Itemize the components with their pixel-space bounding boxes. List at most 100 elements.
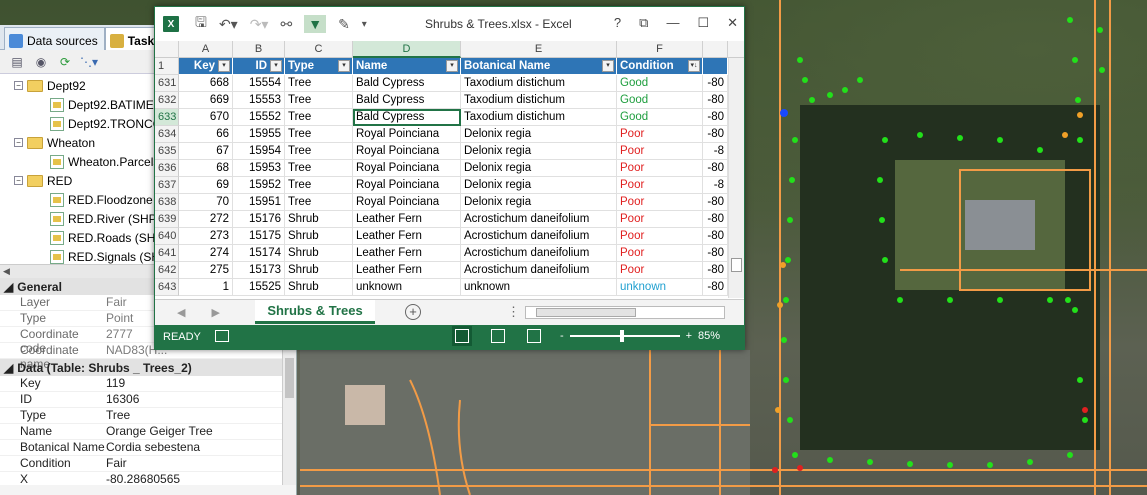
collapse-icon[interactable]: − (14, 81, 23, 90)
cell-x[interactable]: -80 (703, 109, 728, 126)
column-header-c[interactable]: C (285, 41, 353, 58)
add-sheet-icon[interactable]: + (405, 304, 421, 320)
collapse-icon[interactable]: ◢ (4, 361, 13, 375)
zoom-level[interactable]: 85% (698, 330, 720, 342)
cell-name[interactable]: Royal Poinciana (353, 143, 461, 160)
zoom-out-button[interactable]: - (560, 330, 564, 342)
add-layer-icon[interactable]: ▤ (8, 53, 26, 71)
zoom-in-button[interactable]: + (686, 330, 692, 342)
cell-name[interactable]: unknown (353, 279, 461, 296)
filter-dropdown-icon[interactable]: ▾ (270, 60, 282, 72)
horizontal-scrollbar[interactable] (525, 306, 725, 319)
record-icon[interactable]: ◉ (32, 53, 50, 71)
help-button[interactable]: ? (614, 15, 621, 31)
cell-cond[interactable]: Good (617, 75, 703, 92)
cell-key[interactable]: 69 (179, 177, 233, 194)
save-icon[interactable]: 🖫 (195, 12, 207, 36)
customize-dropdown-icon[interactable]: ▾ (362, 19, 367, 30)
cell-key[interactable]: 66 (179, 126, 233, 143)
zoom-slider[interactable] (569, 330, 680, 342)
cell-type[interactable]: Shrub (285, 228, 353, 245)
scroll-thumb[interactable] (536, 308, 636, 317)
cell-cond[interactable]: Poor (617, 262, 703, 279)
collapse-icon[interactable]: − (14, 176, 23, 185)
column-header-d[interactable]: D (353, 41, 461, 58)
cell-name[interactable]: Leather Fern (353, 211, 461, 228)
cell-id[interactable]: 15553 (233, 92, 285, 109)
cell-x[interactable]: -80 (703, 75, 728, 92)
row-header[interactable]: 633 (155, 109, 179, 126)
cell-cond[interactable]: Poor (617, 211, 703, 228)
tab-data-sources[interactable]: Data sources (4, 27, 105, 50)
cell-x[interactable]: -80 (703, 245, 728, 262)
cell-key[interactable]: 669 (179, 92, 233, 109)
cell-cond[interactable]: Good (617, 92, 703, 109)
cell-id[interactable]: 15173 (233, 262, 285, 279)
column-header-cell[interactable]: Condition ▾↓ (617, 58, 703, 75)
cell-cond[interactable]: Poor (617, 160, 703, 177)
row-header[interactable]: 636 (155, 160, 179, 177)
cell-type[interactable]: Shrub (285, 211, 353, 228)
cell-id[interactable]: 15554 (233, 75, 285, 92)
cell-bot[interactable]: Taxodium distichum (461, 75, 617, 92)
cell-key[interactable]: 70 (179, 194, 233, 211)
row-header[interactable]: 631 (155, 75, 179, 92)
options-icon[interactable]: ⋱▾ (80, 53, 98, 71)
cell-x[interactable]: -80 (703, 228, 728, 245)
cell-key[interactable]: 668 (179, 75, 233, 92)
cell-key[interactable]: 273 (179, 228, 233, 245)
select-all-corner[interactable] (155, 41, 179, 58)
binoculars-icon[interactable]: ⚯ (280, 16, 292, 33)
split-handle-icon[interactable]: ⋮ (507, 304, 520, 320)
cell-name[interactable]: Royal Poinciana (353, 194, 461, 211)
column-header-e[interactable]: E (461, 41, 617, 58)
cell-type[interactable]: Tree (285, 177, 353, 194)
cell-key[interactable]: 1 (179, 279, 233, 296)
minimize-icon[interactable]: — (666, 15, 679, 31)
filter-dropdown-icon[interactable]: ▾ (338, 60, 350, 72)
close-icon[interactable]: ✕ (727, 15, 738, 31)
page-layout-view-icon[interactable] (491, 329, 505, 343)
cell-type[interactable]: Tree (285, 126, 353, 143)
cell-cond[interactable]: unknown (617, 279, 703, 296)
cell-bot[interactable]: Delonix regia (461, 194, 617, 211)
filter-dropdown-icon[interactable]: ▾↓ (688, 60, 700, 72)
column-header-cell[interactable]: Botanical Name ▾ (461, 58, 617, 75)
cell-type[interactable]: Tree (285, 160, 353, 177)
cell-x[interactable]: -80 (703, 262, 728, 279)
column-header-g[interactable] (703, 41, 728, 58)
cell-x[interactable]: -8 (703, 177, 728, 194)
cell-x[interactable]: -80 (703, 279, 728, 296)
row-header[interactable]: 640 (155, 228, 179, 245)
row-header[interactable]: 1 (155, 58, 179, 75)
macro-record-icon[interactable] (215, 330, 229, 342)
cell-name[interactable]: Bald Cypress (353, 109, 461, 126)
cell-bot[interactable]: Delonix regia (461, 177, 617, 194)
cell-key[interactable]: 272 (179, 211, 233, 228)
cell-name[interactable]: Royal Poinciana (353, 160, 461, 177)
row-header[interactable]: 639 (155, 211, 179, 228)
cell-cond[interactable]: Good (617, 109, 703, 126)
row-header[interactable]: 643 (155, 279, 179, 296)
cell-type[interactable]: Tree (285, 194, 353, 211)
row-header[interactable]: 635 (155, 143, 179, 160)
page-break-view-icon[interactable] (527, 329, 541, 343)
zoom-slider-knob[interactable] (619, 330, 624, 342)
cell-cond[interactable]: Poor (617, 194, 703, 211)
cell-bot[interactable]: Acrostichum daneifolium (461, 245, 617, 262)
sheet-tab-shrubs-trees[interactable]: Shrubs & Trees (255, 300, 375, 324)
filter-dropdown-icon[interactable]: ▾ (602, 60, 614, 72)
cell-id[interactable]: 15953 (233, 160, 285, 177)
spreadsheet-grid[interactable]: A B C D E F 1 Key ▾ ID ▾ Type ▾ Name ▾ Botanical … (155, 41, 744, 298)
cell-name[interactable]: Bald Cypress (353, 92, 461, 109)
cell-bot[interactable]: Delonix regia (461, 126, 617, 143)
row-header[interactable]: 634 (155, 126, 179, 143)
column-header-cell[interactable]: Key ▾ (179, 58, 233, 75)
redo-icon[interactable]: ↷▾ (250, 16, 269, 33)
cell-bot[interactable]: Delonix regia (461, 160, 617, 177)
cell-name[interactable]: Royal Poinciana (353, 177, 461, 194)
cell-id[interactable]: 15174 (233, 245, 285, 262)
column-header-f[interactable]: F (617, 41, 703, 58)
cell-type[interactable]: Tree (285, 143, 353, 160)
cell-bot[interactable]: Delonix regia (461, 143, 617, 160)
